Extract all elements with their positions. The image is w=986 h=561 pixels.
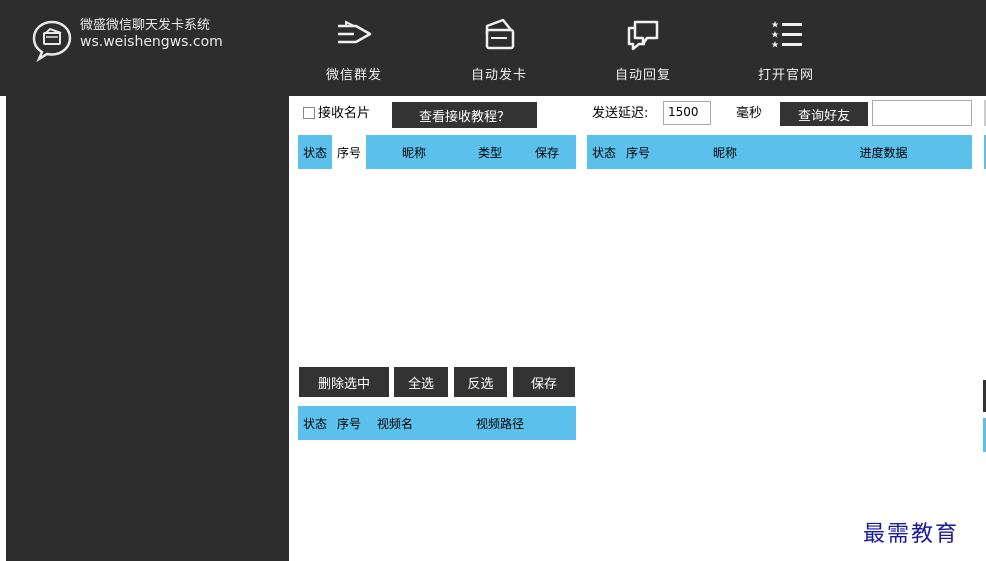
nav-auto-card[interactable]: 自动发卡 [444,14,554,84]
delete-selected-button[interactable]: 删除选中 [299,367,389,397]
brand-logo: 微盛微信聊天发卡系统 ws.weishengws.com [30,18,223,62]
delay-unit: 毫秒 [736,106,763,121]
invert-selection-button[interactable]: 反选 [454,367,507,397]
col-save[interactable]: 保存 [518,135,576,169]
nav-mass-send[interactable]: 微信群发 [299,14,409,84]
tutorial-button[interactable]: 查看接收教程？ [392,102,537,128]
nav-label: 自动回复 [614,68,671,83]
query-input[interactable] [872,100,972,126]
nav-label: 打开官网 [757,68,814,83]
watermark: 最需教育 [863,522,960,547]
videos-table-header: 状态 序号 视频名 视频路径 [298,406,576,440]
nav-label: 微信群发 [325,68,382,83]
col-nickname[interactable]: 昵称 [366,135,462,169]
col-type[interactable]: 类型 [462,135,518,169]
sidebar [6,96,289,561]
col-nickname[interactable]: 昵称 [655,135,795,169]
col-status[interactable]: 状态 [298,406,332,440]
nav-open-website[interactable]: 打开官网 [731,14,841,84]
send-icon [338,20,372,44]
col-status[interactable]: 状态 [298,135,332,169]
list-icon [771,21,802,48]
cards-table-header: 状态 序号 昵称 类型 保存 [298,135,576,169]
chat-icon [627,20,659,51]
receive-card-checkbox[interactable] [303,107,315,119]
col-progress[interactable]: 进度数据 [795,135,972,169]
save-button[interactable]: 保存 [513,367,575,397]
col-index[interactable]: 序号 [332,406,366,440]
col-status[interactable]: 状态 [587,135,621,169]
brand-name: 微盛微信聊天发卡系统 [80,18,211,33]
nav-label: 自动发卡 [470,68,527,83]
brand-site: ws.weishengws.com [80,34,223,50]
query-friends-button[interactable]: 查询好友 [780,102,868,126]
progress-table-header: 状态 序号 昵称 进度数据 [587,135,972,169]
col-index[interactable]: 序号 [332,135,366,169]
nav-auto-reply[interactable]: 自动回复 [588,14,698,84]
logo-icon [32,20,72,62]
col-video-name[interactable]: 视频名 [366,406,424,440]
receive-card-label: 接收名片 [318,106,371,121]
left-edge [0,96,6,561]
delay-input[interactable]: 1500 [663,101,711,125]
col-video-path[interactable]: 视频路径 [424,406,576,440]
select-all-button[interactable]: 全选 [394,367,448,397]
col-index[interactable]: 序号 [621,135,655,169]
card-icon [485,18,515,50]
delay-label: 发送延迟: [592,106,649,121]
